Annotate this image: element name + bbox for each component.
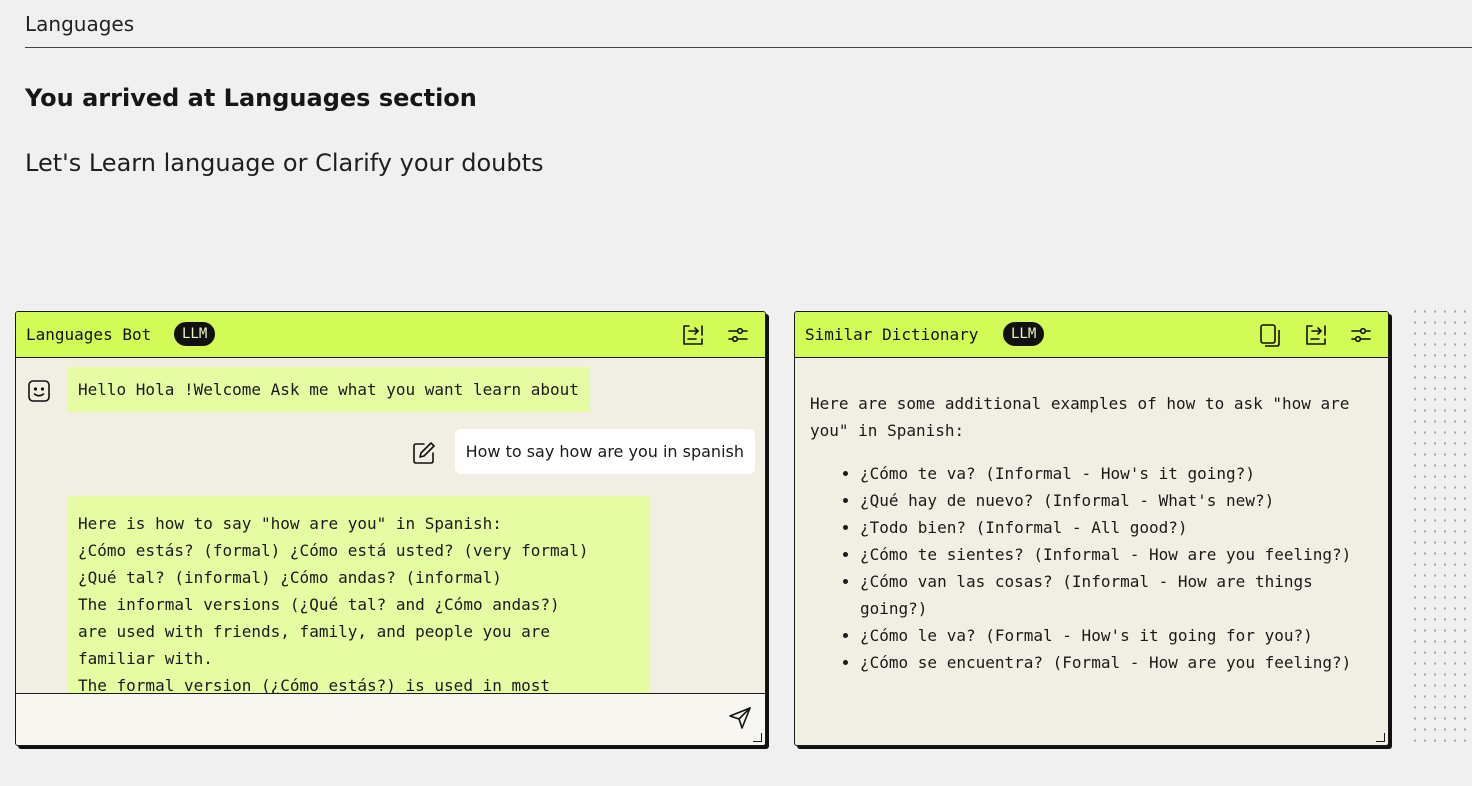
settings-sliders-icon[interactable] <box>1348 322 1374 348</box>
bot-message: Hello Hola !Welcome Ask me what you want… <box>67 367 590 412</box>
list-item: ¿Todo bien? (Informal - All good?) <box>860 514 1372 541</box>
dictionary-intro: Here are some additional examples of how… <box>810 394 1350 440</box>
page-title: You arrived at Languages section <box>25 84 477 112</box>
llm-badge: LLM <box>174 322 216 346</box>
similar-dictionary-panel: Similar Dictionary LLM Here are some add… <box>794 311 1389 746</box>
dictionary-panel-title: Similar Dictionary <box>805 325 979 344</box>
list-item: ¿Cómo se encuentra? (Formal - How are yo… <box>860 649 1372 676</box>
share-icon[interactable] <box>1303 322 1329 348</box>
dot-grid-decoration <box>1410 306 1472 744</box>
user-message: How to say how are you in spanish <box>454 429 755 474</box>
dictionary-list: ¿Cómo te va? (Informal - How's it going?… <box>810 460 1372 676</box>
list-item: ¿Cómo te va? (Informal - How's it going?… <box>860 460 1372 487</box>
dictionary-panel-header: Similar Dictionary LLM <box>795 312 1388 358</box>
chat-messages[interactable]: Hello Hola !Welcome Ask me what you want… <box>16 358 765 693</box>
list-item: ¿Cómo le va? (Formal - How's it going fo… <box>860 622 1372 649</box>
chat-panel-header: Languages Bot LLM <box>16 312 765 358</box>
list-item: ¿Qué hay de nuevo? (Informal - What's ne… <box>860 487 1372 514</box>
top-divider <box>25 47 1472 48</box>
llm-badge: LLM <box>1003 322 1045 346</box>
breadcrumb: Languages <box>25 12 135 36</box>
dictionary-content[interactable]: Here are some additional examples of how… <box>795 358 1388 745</box>
resize-handle[interactable] <box>1376 733 1385 742</box>
resize-handle[interactable] <box>753 733 762 742</box>
list-item: ¿Cómo te sientes? (Informal - How are yo… <box>860 541 1372 568</box>
bot-smiley-icon <box>26 378 52 404</box>
chat-input-area <box>16 693 765 745</box>
languages-bot-panel: Languages Bot LLM Hello Hola !Welcome As… <box>15 311 766 746</box>
page-subtitle: Let's Learn language or Clarify your dou… <box>25 149 544 177</box>
settings-sliders-icon[interactable] <box>725 322 751 348</box>
edit-icon[interactable] <box>410 439 438 467</box>
chat-input[interactable] <box>24 700 718 738</box>
list-item: ¿Cómo van las cosas? (Informal - How are… <box>860 568 1372 622</box>
bot-message: Here is how to say "how are you" in Span… <box>67 496 650 693</box>
copy-icon[interactable] <box>1257 322 1283 348</box>
share-icon[interactable] <box>680 322 706 348</box>
chat-panel-title: Languages Bot <box>26 325 152 344</box>
send-icon[interactable] <box>727 705 753 731</box>
